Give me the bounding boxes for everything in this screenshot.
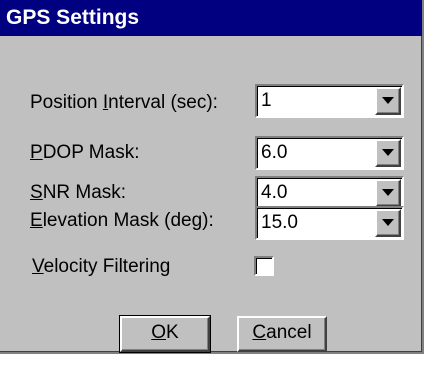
elevation-mask-select[interactable]: 15.0: [255, 206, 404, 240]
pdop-mask-select[interactable]: 6.0: [255, 136, 404, 170]
pdop-mask-value: 6.0: [261, 142, 288, 163]
chevron-down-icon: [382, 97, 394, 104]
chevron-down-icon: [382, 149, 394, 156]
position-interval-dropdown-button[interactable]: [375, 87, 401, 115]
cancel-button[interactable]: Cancel: [237, 316, 327, 352]
pdop-mask-dropdown-button[interactable]: [375, 139, 401, 167]
snr-mask-value: 4.0: [261, 182, 288, 203]
chevron-down-icon: [382, 219, 394, 226]
ok-button[interactable]: OK: [119, 315, 211, 353]
pdop-mask-label: PDOP Mask:: [30, 142, 140, 163]
position-interval-value: 1: [261, 90, 272, 111]
snr-mask-select[interactable]: 4.0: [255, 176, 404, 210]
velocity-filtering-checkbox[interactable]: [254, 256, 274, 276]
gps-settings-dialog: GPS Settings Position Interval (sec): 1 …: [0, 0, 424, 354]
snr-mask-dropdown-button[interactable]: [375, 179, 401, 207]
elevation-mask-value: 15.0: [261, 212, 298, 233]
elevation-mask-dropdown-button[interactable]: [375, 209, 401, 237]
chevron-down-icon: [382, 189, 394, 196]
position-interval-select[interactable]: 1: [255, 84, 404, 118]
elevation-mask-label: Elevation Mask (deg):: [30, 210, 214, 231]
position-interval-label: Position Interval (sec):: [30, 92, 218, 113]
dialog-title: GPS Settings: [0, 0, 422, 36]
velocity-filtering-label: Velocity Filtering: [32, 256, 171, 277]
snr-mask-label: SNR Mask:: [30, 182, 127, 203]
